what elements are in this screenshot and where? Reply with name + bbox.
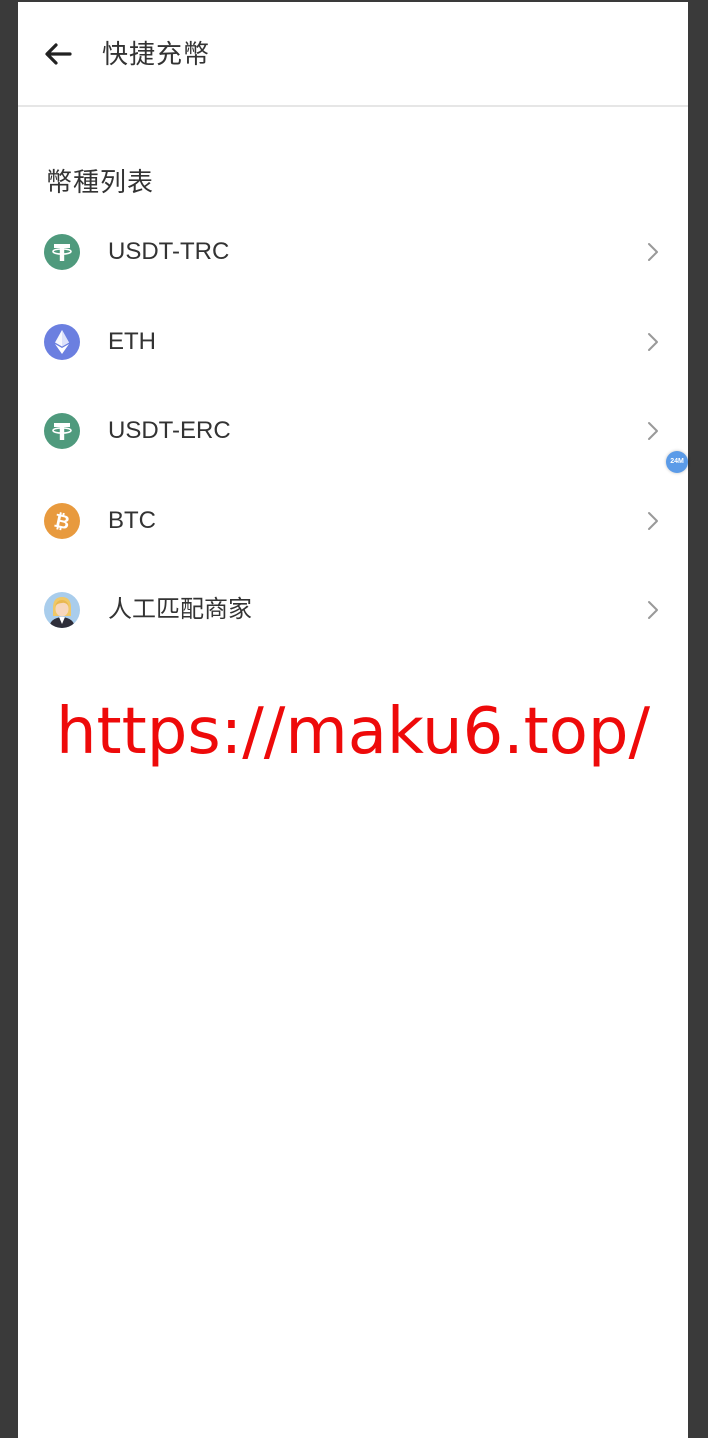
arrow-left-icon: [45, 43, 72, 65]
coin-label: USDT-TRC: [108, 238, 230, 265]
coin-label: BTC: [108, 506, 156, 534]
bitcoin-icon: ₿: [44, 502, 80, 539]
chevron-right-icon: [648, 332, 658, 351]
list-item-usdt-trc[interactable]: USDT-TRC: [18, 208, 688, 298]
coin-label: USDT-ERC: [108, 417, 231, 444]
chevron-right-icon: [648, 243, 658, 261]
list-item-eth[interactable]: ETH: [18, 298, 688, 388]
chevron-right-icon: [648, 422, 658, 440]
top-bar: 快捷充幣: [18, 2, 688, 107]
chevron-right-icon: [648, 601, 658, 619]
back-button[interactable]: [40, 36, 76, 72]
agent-avatar-icon: [44, 592, 80, 628]
chevron-right-icon: [648, 511, 658, 530]
list-item-usdt-erc[interactable]: USDT-ERC: [18, 387, 688, 477]
list-item-manual-merchant[interactable]: 人工匹配商家: [18, 566, 688, 656]
tether-icon: [44, 413, 80, 449]
coin-list: USDT-TRC ETH USDT-ERC ₿ BTC 人工匹配商家: [18, 208, 688, 656]
app-screen: 快捷充幣 幣種列表 USDT-TRC ETH USDT-ERC ₿ BTC 人工…: [18, 2, 688, 1438]
watermark-url: https://maku6.top/: [55, 695, 651, 769]
page-title: 快捷充幣: [102, 39, 211, 69]
tether-icon: [44, 234, 80, 270]
section-title: 幣種列表: [46, 167, 155, 197]
ethereum-icon: [44, 323, 80, 360]
floating-speed-badge[interactable]: 24M: [666, 451, 688, 473]
coin-label: ETH: [108, 327, 156, 355]
list-item-btc[interactable]: ₿ BTC: [18, 477, 688, 567]
coin-label: 人工匹配商家: [108, 596, 252, 623]
